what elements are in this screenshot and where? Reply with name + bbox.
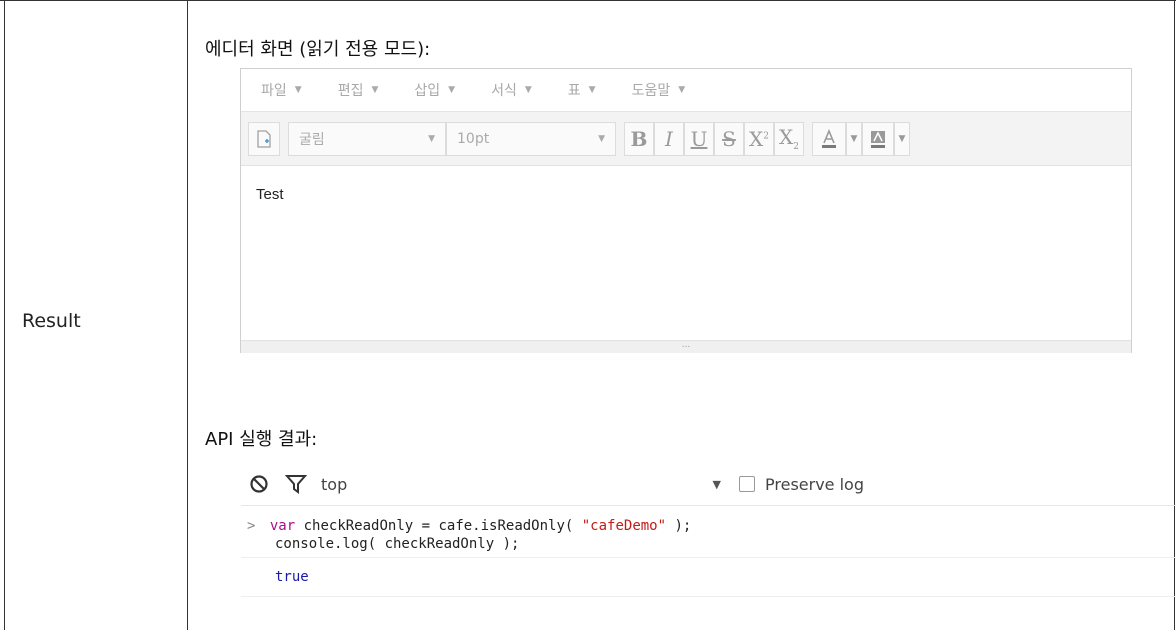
console-code-line-2: console.log( checkReadOnly );	[275, 536, 520, 552]
strikethrough-button[interactable]: S	[714, 121, 744, 156]
preserve-log-checkbox[interactable]	[739, 476, 755, 492]
api-section-title: API 실행 결과:	[205, 429, 318, 450]
background-color-button[interactable]	[862, 121, 894, 156]
preserve-log-label: Preserve log	[765, 474, 864, 494]
console-toolbar: top ▼ Preserve log	[241, 463, 1176, 506]
superscript-button[interactable]: X2	[744, 121, 774, 156]
underline-icon: U	[690, 126, 708, 151]
editor-content-area[interactable]: Test	[241, 166, 1131, 340]
table-top-border	[0, 0, 1176, 1]
console-result-value: true	[275, 569, 309, 585]
editor-section-title: 에디터 화면 (읽기 전용 모드):	[205, 39, 431, 60]
strikethrough-icon: S	[722, 126, 736, 151]
font-family-select[interactable]: 굴림 ▼	[288, 121, 446, 156]
row-label-result: Result	[22, 310, 81, 332]
subscript-icon: X2	[779, 125, 799, 152]
chevron-down-icon: ▼	[850, 133, 858, 144]
filter-button[interactable]	[285, 474, 307, 494]
italic-button[interactable]: I	[654, 121, 684, 156]
chevron-down-icon: ▼	[448, 85, 456, 95]
code-string: "cafeDemo"	[581, 518, 667, 534]
filter-icon	[285, 475, 307, 494]
console-input-entry: > var checkReadOnly = cafe.isReadOnly( "…	[241, 506, 1176, 558]
dropdown-triangle-icon: ▼	[712, 477, 721, 491]
bold-button[interactable]: B	[624, 121, 654, 156]
underline-button[interactable]: U	[684, 121, 714, 156]
table-left-border	[4, 0, 5, 630]
font-size-select[interactable]: 10pt ▼	[446, 121, 616, 156]
context-selector[interactable]: top ▼	[321, 475, 721, 494]
bold-icon: B	[630, 126, 648, 151]
chevron-down-icon: ▼	[898, 133, 906, 144]
font-color-icon	[822, 128, 836, 148]
code-keyword: var	[269, 518, 296, 534]
devtools-console: top ▼ Preserve log > var checkReadOnly =…	[241, 463, 1176, 623]
chevron-down-icon: ▼	[371, 85, 379, 95]
menu-help[interactable]: 도움말 ▼	[632, 80, 686, 100]
table-column-divider	[187, 0, 188, 630]
chevron-down-icon: ▼	[428, 133, 435, 144]
console-result-entry: true	[241, 558, 1176, 597]
menu-format[interactable]: 서식 ▼	[491, 80, 532, 100]
font-color-dropdown[interactable]: ▼	[846, 121, 862, 156]
editor-resize-handle[interactable]: ...	[241, 340, 1131, 353]
new-document-icon	[257, 129, 271, 148]
code-line-1-mid: checkReadOnly = cafe.isReadOnly(	[295, 518, 582, 534]
editor-menubar: 파일 ▼ 편집 ▼ 삽입 ▼ 서식 ▼ 표 ▼ 도움말 ▼	[241, 69, 1131, 112]
editor-toolbar: 굴림 ▼ 10pt ▼ B I U S X2 X2 ▼ ▼	[241, 112, 1131, 166]
console-code-line-1: > var checkReadOnly = cafe.isReadOnly( "…	[241, 518, 1176, 534]
italic-icon: I	[665, 126, 673, 151]
chevron-down-icon: ▼	[588, 85, 596, 95]
background-color-icon	[871, 130, 885, 148]
subscript-button[interactable]: X2	[774, 121, 804, 156]
menu-table[interactable]: 표 ▼	[568, 80, 596, 100]
menu-file[interactable]: 파일 ▼	[261, 80, 302, 100]
menu-edit[interactable]: 편집 ▼	[338, 80, 379, 100]
editor: 파일 ▼ 편집 ▼ 삽입 ▼ 서식 ▼ 표 ▼ 도움말 ▼ 굴림 ▼ 10pt ▼	[240, 68, 1132, 353]
code-line-1-end: );	[666, 518, 692, 534]
chevron-down-icon: ▼	[678, 85, 686, 95]
clear-console-icon	[250, 475, 268, 493]
prompt-chevron-icon: >	[247, 518, 256, 534]
background-color-dropdown[interactable]: ▼	[894, 121, 910, 156]
chevron-down-icon: ▼	[294, 85, 302, 95]
chevron-down-icon: ▼	[598, 133, 605, 144]
clear-console-button[interactable]	[249, 474, 269, 494]
superscript-icon: X2	[749, 126, 769, 151]
new-document-button[interactable]	[248, 121, 280, 156]
chevron-down-icon: ▼	[524, 85, 532, 95]
menu-insert[interactable]: 삽입 ▼	[414, 80, 455, 100]
editor-content-text: Test	[256, 186, 284, 203]
font-color-button[interactable]	[812, 121, 846, 156]
